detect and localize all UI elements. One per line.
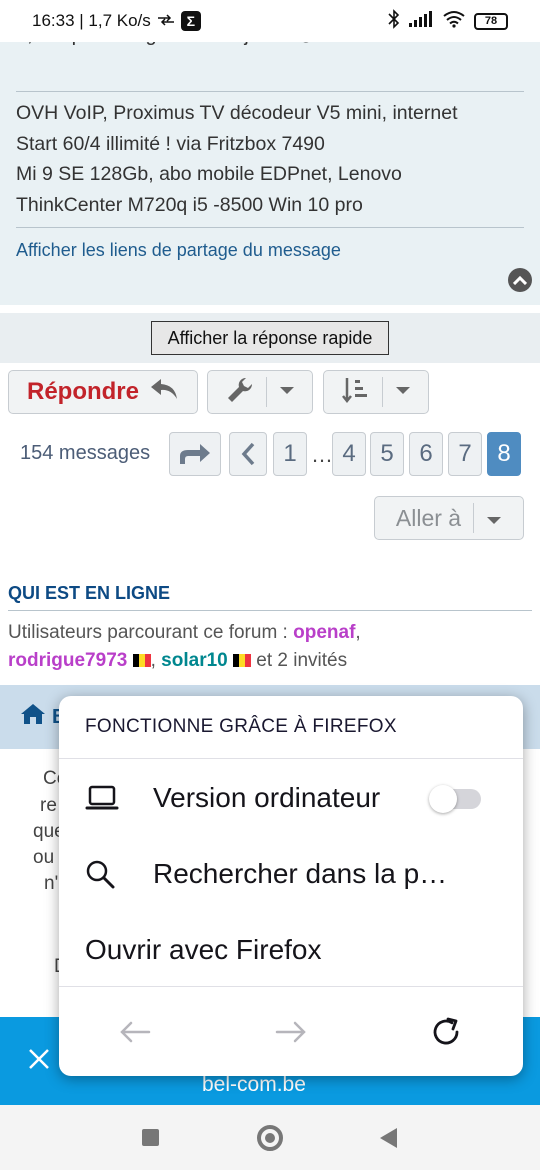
- chevron-down-icon: [279, 383, 295, 401]
- page-link[interactable]: 4: [332, 432, 366, 476]
- sort-icon: [341, 376, 370, 409]
- signature-divider: [16, 91, 524, 92]
- chevron-down-icon: [395, 383, 411, 401]
- status-bar: 16:33 | 1,7 Ko/s Σ 78: [0, 0, 540, 42]
- goto-dropdown[interactable]: Aller à: [374, 496, 524, 540]
- online-divider: [8, 610, 532, 611]
- laptop-icon: [59, 785, 153, 811]
- status-time-speed: 16:33 | 1,7 Ko/s: [32, 11, 151, 30]
- jump-to-page-button[interactable]: [169, 432, 221, 476]
- home-icon[interactable]: [20, 702, 46, 733]
- signature-line: ThinkCenter M720q i5 -8500 Win 10 pro: [16, 193, 363, 216]
- post-body: 9,83€ pour l'Argentine en juillet 😊 OVH …: [0, 0, 540, 305]
- chevron-left-icon: [241, 442, 255, 466]
- belgium-flag-icon: [132, 654, 151, 667]
- online-users-text: Utilisateurs parcourant ce forum : opena…: [8, 622, 361, 671]
- guests-text: et 2 invités: [256, 650, 348, 671]
- share-arrow-icon: [180, 444, 210, 464]
- button-divider: [381, 377, 383, 407]
- find-in-page-item[interactable]: Rechercher dans la p…: [59, 838, 523, 910]
- goto-label: Aller à: [395, 504, 462, 531]
- app-notification-icon: Σ: [180, 11, 201, 31]
- user-link[interactable]: openaf: [293, 622, 355, 643]
- share-divider: [16, 227, 524, 228]
- reply-button[interactable]: Répondre: [8, 370, 198, 414]
- background-text: n': [44, 873, 59, 894]
- chevron-down-icon: [486, 505, 502, 532]
- open-in-firefox-label: Ouvrir avec Firefox: [85, 934, 322, 965]
- message-count: 154 messages: [20, 442, 151, 464]
- signature-line: Start 60/4 illimité ! via Fritzbox 7490: [16, 132, 325, 155]
- close-icon[interactable]: [28, 1045, 50, 1077]
- belgium-flag-icon: [233, 654, 251, 667]
- pagination-ellipsis: …: [311, 442, 333, 467]
- data-transfer-icon: [157, 11, 175, 31]
- page-link[interactable]: 6: [409, 432, 443, 476]
- previous-page-button[interactable]: [229, 432, 267, 476]
- online-intro: Utilisateurs parcourant ce forum :: [8, 622, 288, 643]
- back-to-top-icon[interactable]: [508, 268, 532, 292]
- search-icon: [59, 859, 153, 889]
- bluetooth-icon: [388, 8, 400, 34]
- menu-divider: [59, 986, 523, 987]
- back-icon[interactable]: [380, 1128, 397, 1148]
- home-button-icon[interactable]: [257, 1125, 283, 1151]
- menu-divider: [59, 758, 523, 759]
- reload-icon[interactable]: [426, 1012, 466, 1052]
- pagination: 154 messages 1 … 4 5 6 7 8: [0, 432, 540, 478]
- back-arrow-icon[interactable]: [115, 1012, 155, 1052]
- wifi-icon: [442, 10, 466, 33]
- background-text: ou: [33, 847, 55, 868]
- signal-icon: [408, 10, 434, 33]
- who-is-online-title: QUI EST EN LIGNE: [8, 583, 171, 603]
- recent-apps-icon[interactable]: [142, 1129, 159, 1146]
- share-links-link[interactable]: Afficher les liens de partage du message: [16, 240, 341, 261]
- open-in-firefox-item[interactable]: Ouvrir avec Firefox: [59, 914, 523, 986]
- sort-button[interactable]: [323, 370, 429, 414]
- user-link[interactable]: solar10: [161, 650, 228, 671]
- button-divider: [265, 377, 267, 407]
- forward-arrow-icon[interactable]: [271, 1012, 311, 1052]
- desktop-site-label: Version ordinateur: [153, 782, 381, 813]
- page-link[interactable]: 5: [370, 432, 404, 476]
- banner-url: bel-com.be: [202, 1073, 306, 1096]
- topic-tools-button[interactable]: [207, 370, 313, 414]
- background-text: re: [40, 795, 57, 816]
- browser-menu: FONCTIONNE GRÂCE À FIREFOX Version ordin…: [59, 696, 523, 1076]
- signature-line: Mi 9 SE 128Gb, abo mobile EDPnet, Lenovo: [16, 163, 402, 185]
- page-link[interactable]: 1: [273, 432, 307, 476]
- signature: OVH VoIP, Proximus TV décodeur V5 mini, …: [16, 98, 516, 220]
- quick-reply-button[interactable]: Afficher la réponse rapide: [151, 321, 389, 355]
- menu-title: FONCTIONNE GRÂCE À FIREFOX: [85, 716, 397, 737]
- user-link[interactable]: rodrigue7973: [8, 650, 127, 671]
- find-in-page-label: Rechercher dans la p…: [153, 858, 448, 889]
- reply-arrow-icon: [149, 377, 179, 408]
- desktop-site-toggle[interactable]: [429, 785, 481, 813]
- page-link[interactable]: 7: [448, 432, 482, 476]
- signature-line: OVH VoIP, Proximus TV décodeur V5 mini, …: [16, 102, 458, 124]
- wrench-icon: [226, 376, 254, 409]
- menu-navigation-row: [59, 1006, 523, 1056]
- reply-label: Répondre: [26, 378, 139, 405]
- button-divider: [473, 503, 475, 533]
- current-page[interactable]: 8: [487, 432, 521, 476]
- battery-icon: 78: [474, 12, 508, 30]
- desktop-site-item[interactable]: Version ordinateur: [59, 762, 523, 834]
